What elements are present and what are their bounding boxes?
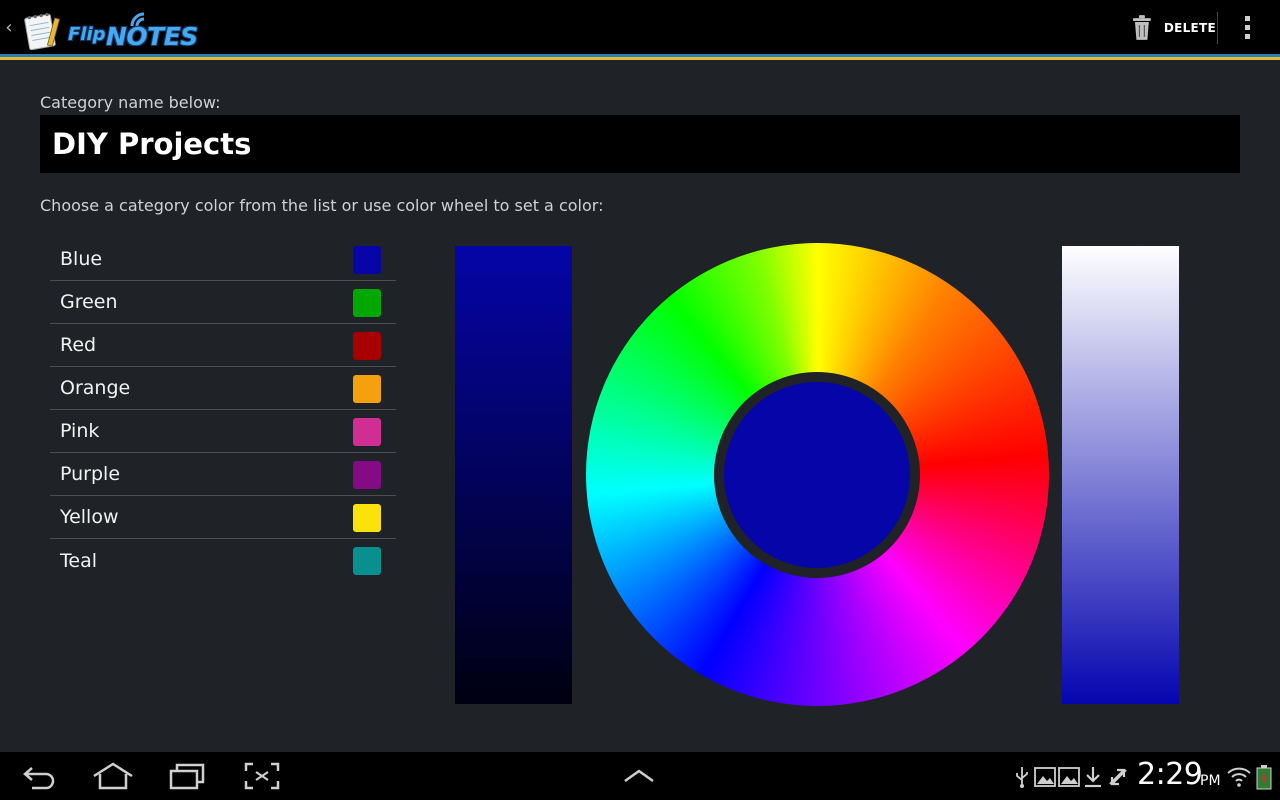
trash-icon bbox=[1132, 15, 1151, 40]
action-divider bbox=[1217, 12, 1218, 44]
wifi-icon bbox=[1227, 767, 1251, 787]
home-icon[interactable] bbox=[92, 762, 134, 790]
recent-apps-icon[interactable] bbox=[168, 762, 206, 790]
selected-color-preview[interactable] bbox=[724, 382, 910, 568]
system-navigation-bar bbox=[0, 752, 1280, 800]
gallery-icon bbox=[1034, 767, 1056, 787]
color-swatch bbox=[353, 332, 381, 360]
color-option-pink[interactable]: Pink bbox=[50, 410, 396, 453]
color-option-red[interactable]: Red bbox=[50, 324, 396, 367]
color-option-label: Yellow bbox=[60, 506, 119, 528]
action-bar: ‹ Flip NOTES DELETE bbox=[0, 0, 1280, 60]
color-option-label: Pink bbox=[60, 420, 100, 442]
battery-icon bbox=[1256, 765, 1272, 790]
color-option-label: Blue bbox=[60, 248, 103, 270]
color-swatch bbox=[353, 289, 381, 317]
color-option-label: Red bbox=[60, 334, 97, 356]
color-option-teal[interactable]: Teal bbox=[50, 539, 396, 582]
color-swatch bbox=[353, 246, 381, 274]
gallery-icon bbox=[1058, 767, 1080, 787]
app-logo[interactable]: Flip NOTES bbox=[20, 6, 198, 52]
color-swatch bbox=[353, 504, 381, 532]
sync-icon bbox=[1109, 768, 1127, 786]
expand-up-icon[interactable] bbox=[622, 768, 656, 784]
color-option-purple[interactable]: Purple bbox=[50, 453, 396, 496]
screenshot-icon[interactable] bbox=[244, 762, 280, 790]
opacity-bar[interactable] bbox=[1062, 246, 1179, 704]
download-icon bbox=[1085, 767, 1101, 788]
color-swatch bbox=[353, 418, 381, 446]
category-name-label: Category name below: bbox=[40, 93, 221, 112]
delete-label: DELETE bbox=[1163, 21, 1216, 35]
color-prompt-label: Choose a category color from the list or… bbox=[40, 196, 604, 215]
clock-time: 2:29 bbox=[1137, 757, 1203, 792]
header-stripe-gold bbox=[0, 57, 1280, 60]
category-name-input[interactable] bbox=[40, 115, 1240, 173]
color-option-blue[interactable]: Blue bbox=[50, 238, 396, 281]
usb-icon bbox=[1016, 767, 1028, 788]
color-swatch bbox=[353, 461, 381, 489]
color-option-orange[interactable]: Orange bbox=[50, 367, 396, 410]
saturation-value-bar[interactable] bbox=[455, 246, 572, 704]
logo-notes-text: NOTES bbox=[106, 22, 198, 51]
logo-flip-text: Flip bbox=[68, 24, 106, 45]
color-swatch bbox=[353, 547, 381, 575]
color-list: Blue Green Red Orange Pink Purple Yellow… bbox=[50, 238, 396, 582]
overflow-menu-icon[interactable] bbox=[1232, 10, 1264, 46]
color-swatch bbox=[353, 375, 381, 403]
color-option-yellow[interactable]: Yellow bbox=[50, 496, 396, 539]
color-option-label: Teal bbox=[60, 549, 97, 572]
color-option-label: Orange bbox=[60, 377, 131, 399]
color-option-label: Purple bbox=[60, 463, 121, 485]
clock-ampm: PM bbox=[1200, 773, 1221, 789]
color-option-label: Green bbox=[60, 291, 118, 313]
chevron-left-icon[interactable]: ‹ bbox=[2, 16, 16, 40]
delete-button[interactable]: DELETE bbox=[1126, 8, 1216, 48]
back-icon[interactable] bbox=[20, 762, 58, 790]
color-option-green[interactable]: Green bbox=[50, 281, 396, 324]
notepad-icon bbox=[24, 12, 60, 50]
